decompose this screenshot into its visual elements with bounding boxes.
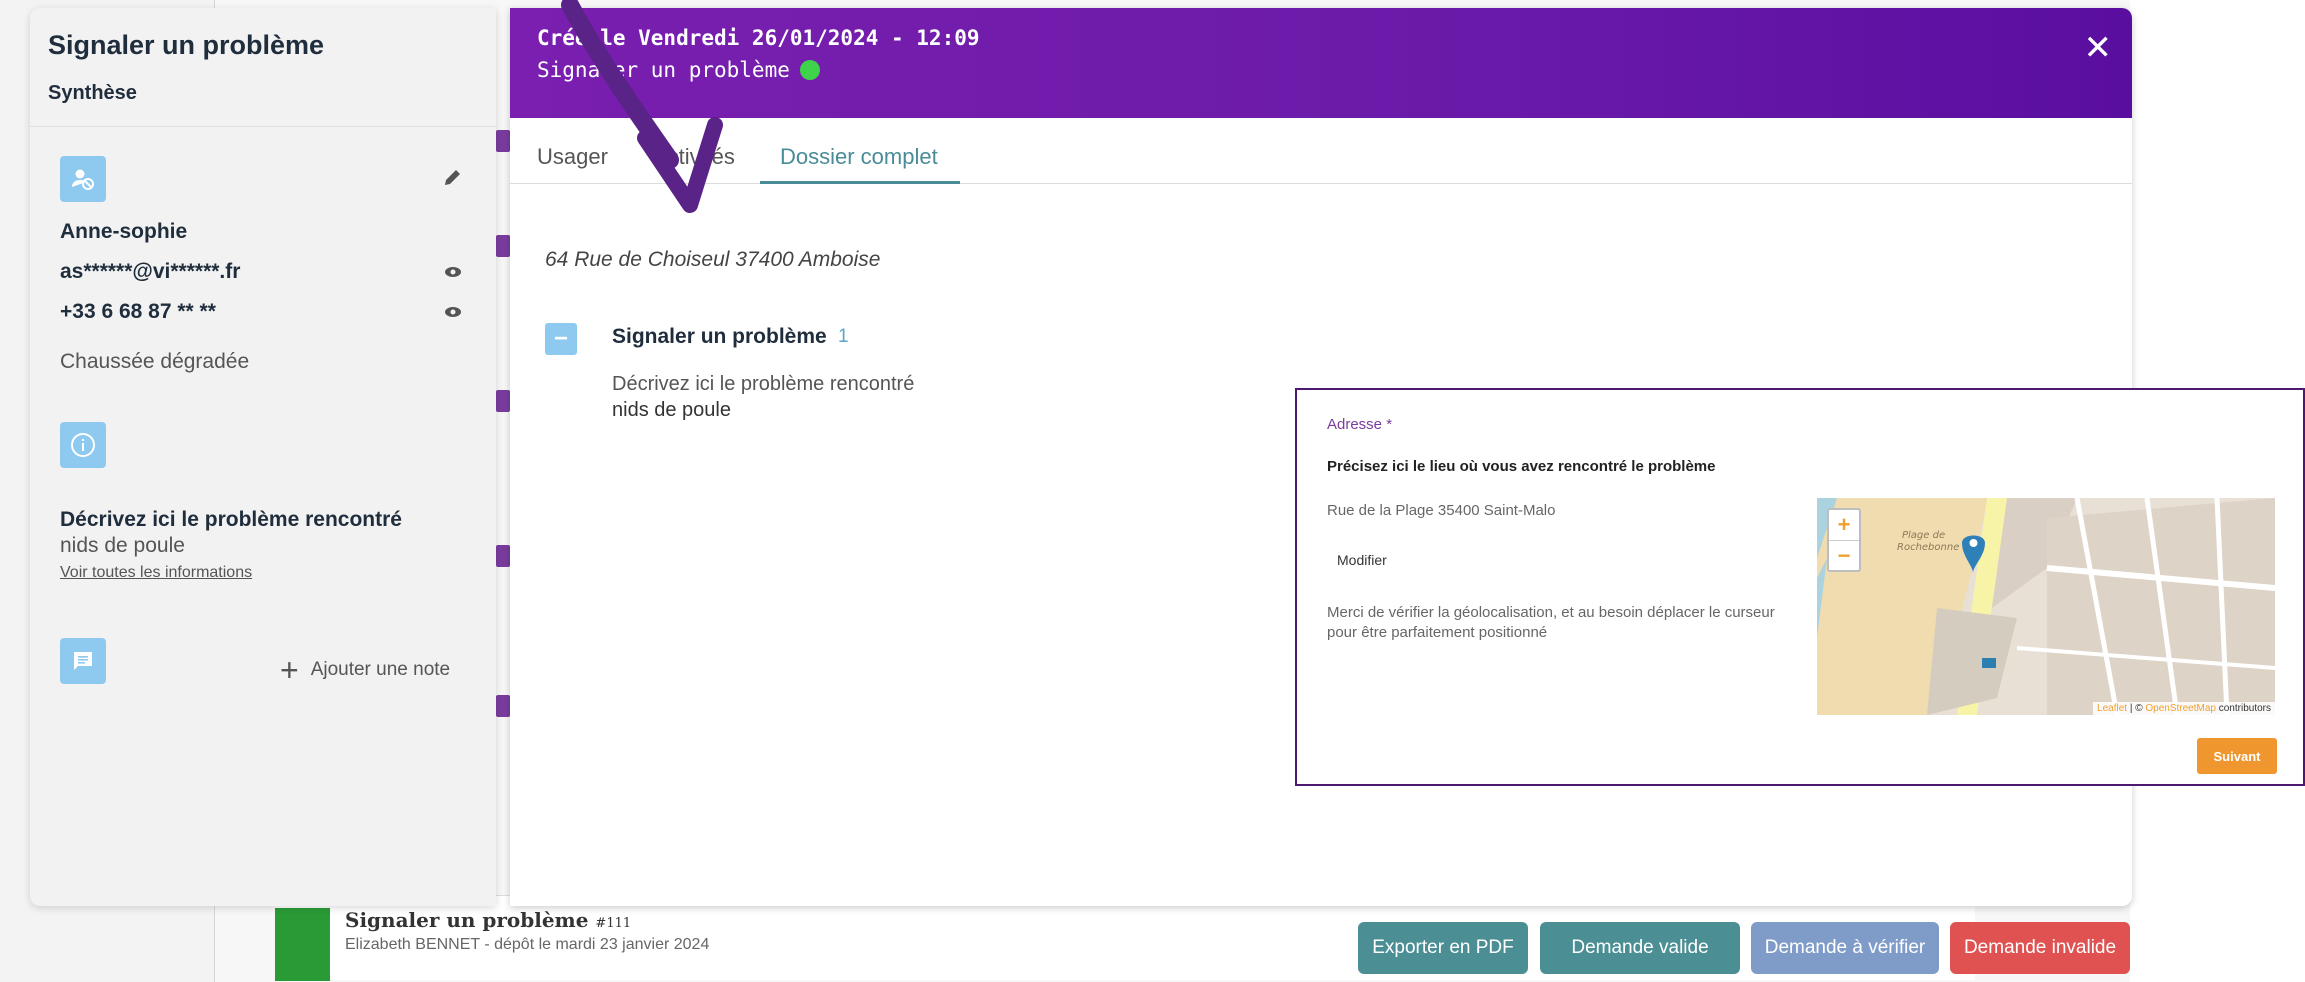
add-note-button[interactable]: + Ajouter une note: [280, 654, 450, 686]
request-address: 64 Rue de Choiseul 37400 Amboise: [545, 248, 881, 271]
divider: [30, 126, 496, 127]
synthesis-subtitle: Synthèse: [48, 82, 137, 104]
map-attribution: Leaflet | © OpenStreetMap contributors: [2093, 702, 2275, 715]
user-icon: [60, 156, 106, 202]
export-pdf-button[interactable]: Exporter en PDF: [1358, 922, 1528, 974]
leaflet-link[interactable]: Leaflet: [2097, 703, 2127, 714]
background-tab-marker: [496, 545, 510, 567]
collapse-section-button[interactable]: −: [545, 323, 577, 355]
map-tiles: Plage de Rochebonne: [1817, 498, 2275, 715]
background-tab-marker: [496, 390, 510, 412]
modal-title: Créé le Vendredi 26/01/2024 - 12:09: [537, 26, 980, 50]
modify-button[interactable]: Modifier: [1337, 552, 1387, 568]
address-label: Adresse *: [1327, 416, 1393, 433]
request-verify-button[interactable]: Demande à vérifier: [1751, 922, 1939, 974]
eye-icon[interactable]: [444, 263, 462, 281]
request-subtitle: Elizabeth BENNET - dépôt le mardi 23 jan…: [345, 936, 710, 953]
category-label: Chaussée dégradée: [60, 350, 250, 373]
pencil-icon[interactable]: [442, 166, 464, 194]
address-question: Précisez ici le lieu où vous avez rencon…: [1327, 458, 1716, 475]
tab-dossier-complet[interactable]: Dossier complet: [780, 144, 938, 170]
request-valid-button[interactable]: Demande valide: [1540, 922, 1740, 974]
user-email: as******@vi******.fr: [60, 260, 241, 283]
synthesis-title: Signaler un problème: [48, 30, 325, 60]
address-value: Rue de la Plage 35400 Saint-Malo: [1327, 502, 1556, 519]
background-tab-marker: [496, 130, 510, 152]
status-marker: [275, 908, 330, 981]
background-tab-marker: [496, 695, 510, 717]
eye-icon[interactable]: [444, 303, 462, 321]
section-count: 1: [838, 326, 849, 347]
request-invalid-button[interactable]: Demande invalide: [1950, 922, 2130, 974]
status-dot: [799, 60, 820, 80]
openstreetmap-link[interactable]: OpenStreetMap: [2145, 703, 2216, 714]
map[interactable]: Plage de Rochebonne + − Leaflet | © Open…: [1817, 498, 2275, 715]
question-title: Décrivez ici le problème rencontré: [60, 508, 402, 531]
modal-header: Créé le Vendredi 26/01/2024 - 12:09 Sign…: [510, 8, 2132, 118]
modal-subtitle: Signaler un problème: [537, 58, 820, 82]
map-zoom-controls: + −: [1827, 508, 1861, 572]
next-button[interactable]: Suivant: [2197, 738, 2277, 774]
active-tab-indicator: [760, 181, 960, 184]
tab-activites[interactable]: Activités: [653, 144, 735, 170]
add-note-label: Ajouter une note: [310, 659, 451, 680]
zoom-out-button[interactable]: −: [1829, 540, 1859, 570]
zoom-in-button[interactable]: +: [1829, 510, 1859, 540]
tab-usager[interactable]: Usager: [537, 144, 608, 170]
user-phone: +33 6 68 87 ** **: [60, 300, 216, 323]
field-label: Décrivez ici le problème rencontré: [612, 373, 915, 395]
address-popup: Adresse * Précisez ici le lieu où vous a…: [1295, 388, 2305, 786]
geolocation-help: Merci de vérifier la géolocalisation, et…: [1327, 604, 1775, 641]
plus-icon: +: [280, 652, 299, 688]
note-icon: [60, 638, 106, 684]
svg-text:Plage de: Plage de: [1902, 530, 1945, 541]
section-title: Signaler un problème: [612, 325, 827, 348]
background-tab-marker: [496, 235, 510, 257]
question-answer: nids de poule: [60, 534, 185, 557]
user-name: Anne-sophie: [60, 220, 188, 243]
synthesis-panel: Signaler un problème Synthèse Anne-sophi…: [30, 8, 496, 906]
tab-bar: Usager Activités Dossier complet: [510, 118, 2132, 184]
modal-subtitle-text: Signaler un problème: [537, 58, 790, 82]
info-icon: [60, 422, 106, 468]
see-all-info-link[interactable]: Voir toutes les informations: [60, 564, 252, 582]
request-title: Signaler un problème #111: [345, 908, 632, 932]
svg-text:Rochebonne: Rochebonne: [1897, 542, 1959, 553]
close-icon[interactable]: ✕: [2084, 28, 2113, 68]
field-value: nids de poule: [612, 399, 731, 421]
